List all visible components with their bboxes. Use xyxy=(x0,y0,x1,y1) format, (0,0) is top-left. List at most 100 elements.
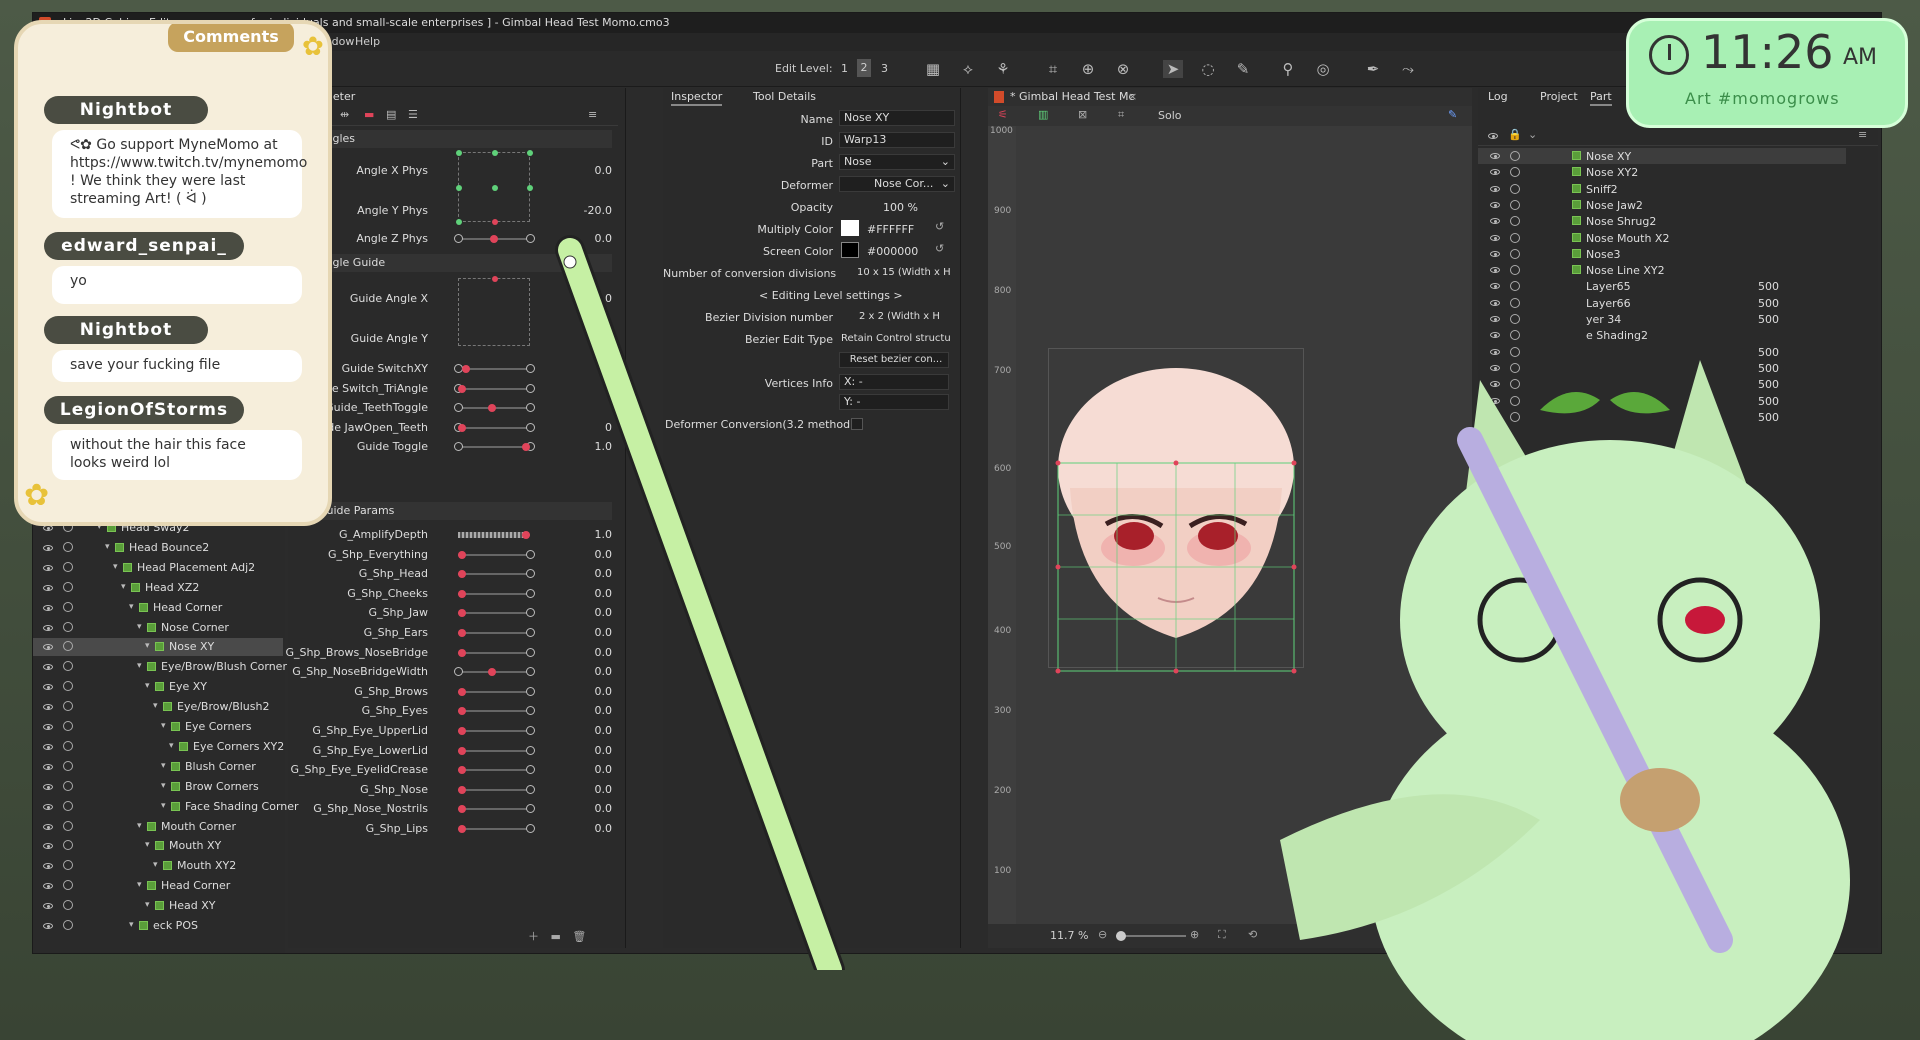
visibility-ring-icon[interactable] xyxy=(63,601,73,612)
key-icon[interactable]: ⇹ xyxy=(340,108,349,121)
slider-handle[interactable] xyxy=(488,668,496,677)
edit-level-2[interactable]: 2 xyxy=(857,59,871,77)
tree-item[interactable]: ▾ Blush Corner xyxy=(33,758,283,776)
chevron-down-icon[interactable]: ▾ xyxy=(137,821,142,831)
param-slider[interactable] xyxy=(454,403,535,412)
visibility-ring-icon[interactable] xyxy=(63,641,73,652)
group-angles[interactable]: ▬ Angles xyxy=(292,130,612,148)
part-item[interactable]: Nose Mouth X2 xyxy=(1478,230,1846,246)
part-select[interactable]: Nose ⌄ xyxy=(839,154,955,170)
tree-item[interactable]: ▾ Eye XY xyxy=(33,678,283,696)
eye-icon[interactable] xyxy=(43,743,53,750)
menu-icon[interactable]: ≡ xyxy=(1858,128,1867,141)
visibility-ring-icon[interactable] xyxy=(1510,216,1520,227)
record-icon[interactable]: ▬ xyxy=(364,108,374,121)
chevron-down-icon[interactable]: ▾ xyxy=(137,880,142,890)
param-slider[interactable] xyxy=(454,383,535,393)
part-item[interactable]: Layer65 500 xyxy=(1478,278,1846,294)
eye-icon[interactable] xyxy=(1490,218,1500,225)
visibility-ring-icon[interactable] xyxy=(1510,248,1520,259)
id-field[interactable]: Warp13 xyxy=(839,132,955,148)
visibility-ring-icon[interactable] xyxy=(63,541,73,552)
chevron-down-icon[interactable]: ▾ xyxy=(145,900,150,910)
chevron-down-icon[interactable]: ▾ xyxy=(153,860,158,870)
eye-icon[interactable] xyxy=(1490,299,1500,306)
param-slider[interactable] xyxy=(458,588,535,598)
chevron-down-icon[interactable]: ▾ xyxy=(161,801,166,811)
close-icon[interactable]: × xyxy=(1128,90,1137,103)
eye-icon[interactable] xyxy=(1490,234,1500,241)
deformer-select[interactable]: Nose Cor... ⌄ xyxy=(839,176,955,192)
eye-icon[interactable] xyxy=(43,664,53,671)
conversion-divisions-value[interactable]: 10 x 15 (Width x H xyxy=(857,267,951,278)
param-slider[interactable] xyxy=(458,824,535,833)
slider-handle[interactable] xyxy=(458,570,466,579)
pin-icon[interactable]: ⚲ xyxy=(1278,60,1298,78)
eye-icon[interactable] xyxy=(1490,267,1500,274)
param-slider[interactable] xyxy=(454,364,535,373)
tab-project[interactable]: Project xyxy=(1540,88,1578,106)
part-item[interactable]: Nose Line XY2 xyxy=(1478,262,1846,278)
tree-item[interactable]: ▾ Head XZ2 xyxy=(33,579,283,597)
auto-mesh-icon[interactable]: ⚘ xyxy=(993,60,1013,78)
part-item[interactable]: Nose Shrug2 xyxy=(1478,213,1846,229)
eye-icon[interactable] xyxy=(43,644,53,651)
tab-log[interactable]: Log xyxy=(1488,88,1508,106)
param-value[interactable]: -20.0 xyxy=(578,204,612,217)
param-slider[interactable] xyxy=(458,531,530,539)
tree-item[interactable]: ▾ Head Placement Adj2 xyxy=(33,559,283,577)
param-value[interactable]: 0.0 xyxy=(578,164,613,177)
pin-icon[interactable]: ✎ xyxy=(1448,108,1457,121)
tab-inspector[interactable]: Inspector xyxy=(671,88,723,106)
eye-icon[interactable] xyxy=(43,624,53,631)
param-slider[interactable] xyxy=(458,804,535,814)
visibility-ring-icon[interactable] xyxy=(63,721,73,731)
chevron-down-icon[interactable]: ▾ xyxy=(105,542,110,552)
visibility-ring-icon[interactable] xyxy=(1510,199,1520,210)
visibility-ring-icon[interactable] xyxy=(63,780,73,791)
visibility-ring-icon[interactable] xyxy=(63,900,73,911)
visibility-ring-icon[interactable] xyxy=(63,740,73,751)
visibility-ring-icon[interactable] xyxy=(1510,167,1520,178)
tab-gimbal-head[interactable]: * Gimbal Head Test Mc xyxy=(1010,88,1135,106)
slider-handle[interactable] xyxy=(458,727,466,735)
visibility-ring-icon[interactable] xyxy=(63,661,73,672)
part-item[interactable]: Nose Jaw2 xyxy=(1478,197,1846,213)
visibility-ring-icon[interactable] xyxy=(63,840,73,851)
param-slider[interactable] xyxy=(458,706,535,716)
param-slider[interactable] xyxy=(454,234,535,243)
eye-icon[interactable] xyxy=(43,544,53,551)
screen-color-value[interactable]: #000000 xyxy=(867,245,918,258)
tree-item[interactable]: ▾ Eye Corners xyxy=(33,718,283,736)
tree-item[interactable]: ▾ eck POS xyxy=(33,917,283,935)
rotation-icon[interactable]: ⊕ xyxy=(1078,60,1098,78)
eye-icon[interactable] xyxy=(43,863,53,870)
slider-handle[interactable] xyxy=(522,443,530,451)
reset-icon[interactable]: ↺ xyxy=(935,242,944,255)
arrow-select-icon[interactable]: ➤ xyxy=(1163,60,1183,78)
part-item[interactable]: Layer66 500 xyxy=(1478,295,1846,311)
add-icon[interactable]: ＋ xyxy=(528,930,539,943)
param-slider[interactable] xyxy=(458,569,535,579)
visibility-ring-icon[interactable] xyxy=(1510,151,1520,161)
tab-tool-details[interactable]: Tool Details xyxy=(753,88,816,106)
slider-handle[interactable] xyxy=(458,687,466,696)
chevron-down-icon[interactable]: ▾ xyxy=(169,741,174,751)
slider-handle[interactable] xyxy=(458,805,466,814)
fit-screen-icon[interactable]: ⛶ xyxy=(1218,928,1226,942)
filter-icon[interactable]: ⌄ xyxy=(1528,128,1537,141)
tree-item[interactable]: ▾ Mouth XY xyxy=(33,837,283,855)
mesh-tool-icon[interactable]: ⟡ xyxy=(958,60,978,78)
glue-icon[interactable]: ⊗ xyxy=(1113,60,1133,78)
tree-item[interactable]: ▾ Face Shading Corner xyxy=(33,798,299,816)
eye-icon[interactable] xyxy=(43,763,53,770)
slider-handle[interactable] xyxy=(462,365,470,373)
part-item[interactable]: Nose XY2 xyxy=(1478,164,1846,180)
param-slider[interactable] xyxy=(454,667,535,677)
eye-icon[interactable] xyxy=(43,704,53,711)
visibility-ring-icon[interactable] xyxy=(63,681,73,692)
param-slider[interactable] xyxy=(454,422,535,432)
eye-icon[interactable] xyxy=(43,803,53,810)
chevron-down-icon[interactable]: ▾ xyxy=(161,721,166,731)
eye-icon[interactable] xyxy=(43,883,53,890)
